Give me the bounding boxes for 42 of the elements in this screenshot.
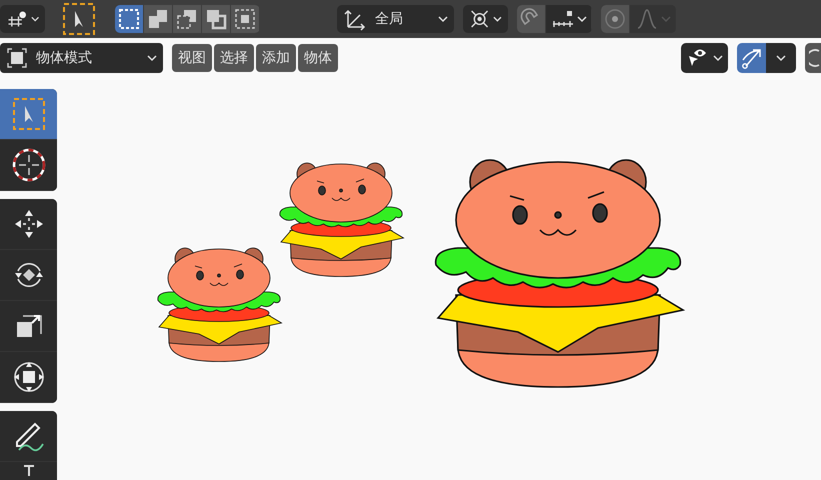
caret-icon [438, 15, 448, 23]
cursor-icon [10, 147, 46, 183]
select-box-icon [62, 2, 96, 36]
editor-type-button[interactable] [0, 5, 45, 33]
selection-mode-button[interactable] [202, 5, 231, 33]
gizmo-toggle[interactable] [737, 43, 766, 73]
selection-mode-button[interactable] [173, 5, 202, 33]
orientation-dropdown[interactable]: 全局 [337, 5, 454, 33]
proportional-editing-toggle[interactable] [601, 5, 630, 33]
menu-button[interactable]: 物体 [298, 44, 338, 72]
selection-mode-icon [204, 7, 228, 31]
caret-icon [30, 15, 39, 23]
axes-icon [343, 7, 367, 31]
selection-mode-button[interactable] [144, 5, 173, 33]
caret-icon [493, 15, 502, 23]
object-mode-icon [6, 47, 28, 69]
visibility-dropdown[interactable] [681, 43, 728, 73]
caret-icon [660, 15, 670, 23]
selection-mode-icon [233, 7, 257, 31]
gizmo-dropdown[interactable] [766, 43, 796, 73]
caret-icon [713, 54, 723, 62]
mode-dropdown[interactable]: 物体模式 [0, 43, 163, 73]
caret-icon [776, 54, 786, 62]
selection-mode-button[interactable] [115, 5, 144, 33]
selection-mode-icon [117, 7, 141, 31]
selection-mode-icon [175, 7, 199, 31]
pivot-dropdown[interactable] [463, 5, 508, 33]
menu-button[interactable]: 视图 [172, 44, 212, 72]
tool-button[interactable] [0, 199, 57, 250]
overlay-button[interactable] [805, 43, 821, 73]
select-box-icon [10, 96, 46, 132]
menu-button[interactable]: 添加 [256, 44, 296, 72]
snap-toggle[interactable] [517, 5, 546, 33]
tool-button[interactable] [0, 411, 57, 462]
selection-mode-button[interactable] [231, 5, 260, 33]
selection-mode-icon [146, 7, 170, 31]
overlay-icon [809, 48, 821, 68]
select-tool-button[interactable] [62, 2, 96, 36]
caret-icon [576, 15, 586, 23]
target-icon [603, 7, 627, 31]
caret-icon [147, 54, 157, 62]
menu-button[interactable]: 选择 [214, 44, 254, 72]
